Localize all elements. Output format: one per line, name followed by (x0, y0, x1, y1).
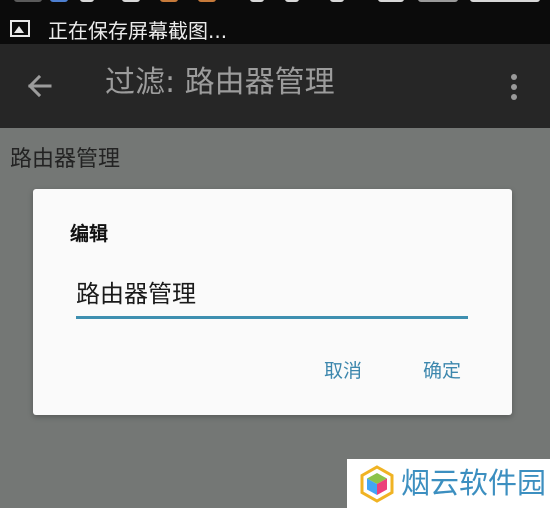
arrow-left-icon (27, 74, 52, 98)
dialog-title: 编辑 (70, 223, 109, 245)
toolbar-title: 过滤: 路由器管理 (105, 65, 335, 100)
status-icons (0, 0, 550, 8)
back-button[interactable] (20, 66, 60, 106)
list-item[interactable]: 路由器管理 (10, 145, 120, 175)
notification-text: 正在保存屏幕截图... (48, 19, 228, 43)
more-vert-icon[interactable] (502, 66, 526, 106)
edit-input-value[interactable]: 路由器管理 (76, 276, 196, 312)
input-underline (76, 316, 468, 319)
edit-dialog: 编辑 路由器管理 取消 确定 (33, 189, 512, 415)
hexagon-cube-logo (360, 465, 394, 503)
watermark-text: 烟云软件园 (401, 466, 547, 500)
watermark: 烟云软件园 (347, 459, 550, 508)
toolbar: 过滤: 路由器管理 (0, 44, 550, 128)
screenshot-image-icon (10, 20, 30, 37)
edit-input-field[interactable]: 路由器管理 (76, 276, 468, 320)
status-bar: 正在保存屏幕截图... (0, 0, 550, 44)
app-screen: 正在保存屏幕截图... 过滤: 路由器管理 路由器管理 编辑 路由器管理 取消 … (0, 0, 550, 508)
cancel-button[interactable]: 取消 (324, 358, 362, 384)
confirm-button[interactable]: 确定 (423, 358, 461, 384)
